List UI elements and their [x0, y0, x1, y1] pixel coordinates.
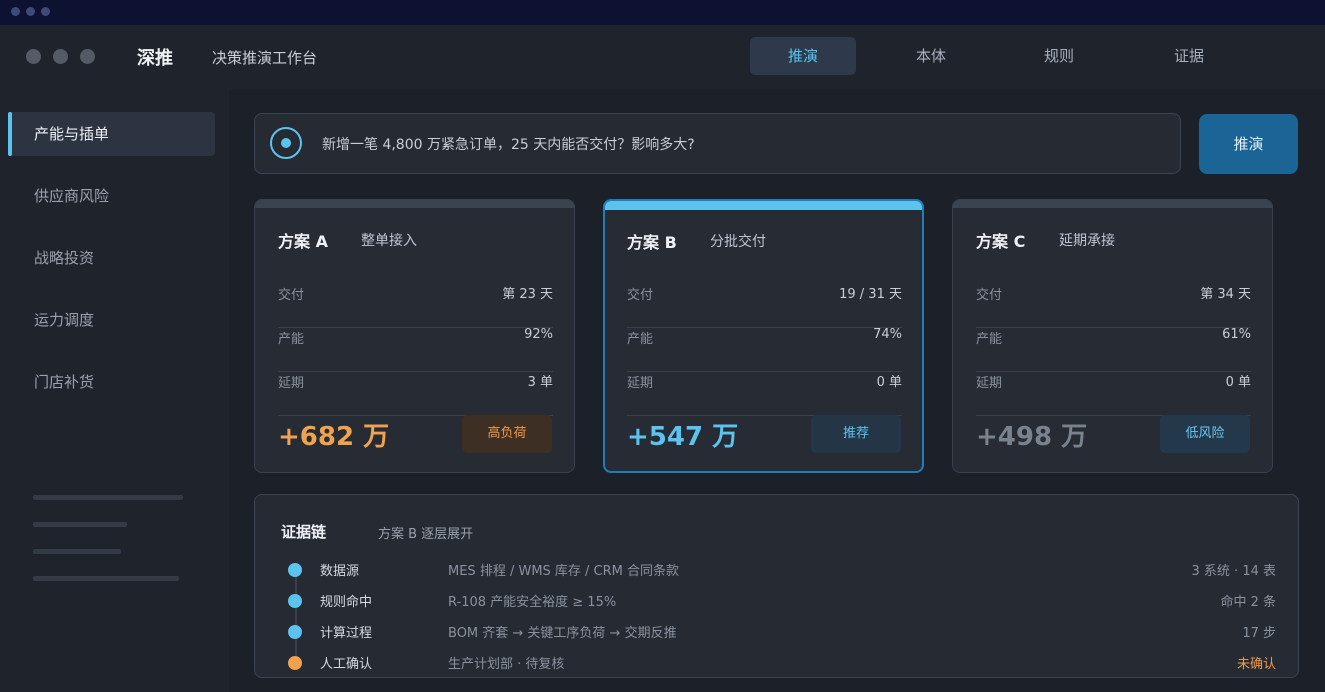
app-header: 深推 决策推演工作台 推演 本体 规则 证据 — [0, 25, 1325, 89]
card-accent-bar — [953, 200, 1272, 208]
evidence-step[interactable]: 计算过程 BOM 齐套 → 关键工序负荷 → 交期反推 17 步 — [255, 620, 1298, 644]
metric-label: 延期 — [976, 376, 1003, 391]
tab-simulate[interactable]: 推演 — [750, 37, 856, 75]
sidebar: 产能与插单 供应商风险 战略投资 运力调度 门店补货 — [0, 89, 229, 692]
metric-value: 3 单 — [527, 375, 553, 390]
step-stat: 未确认 — [1236, 657, 1276, 672]
metric-label: 延期 — [627, 376, 654, 391]
target-icon — [270, 127, 302, 159]
metric-label: 延期 — [278, 376, 305, 391]
run-simulation-button[interactable]: 推演 — [1199, 114, 1298, 174]
metric-row: 延期 3 单 — [278, 372, 553, 416]
metric-row: 延期 0 单 — [627, 372, 902, 416]
app-brand: 深推 — [137, 48, 173, 69]
step-desc: BOM 齐套 → 关键工序负荷 → 交期反推 — [448, 626, 677, 641]
scenario-name: 方案 C — [976, 232, 1026, 251]
os-dot — [26, 7, 35, 16]
skeleton-line — [33, 549, 121, 554]
metric-row: 交付 第 23 天 — [278, 284, 553, 328]
impact-value: +682 万 — [278, 422, 390, 452]
metric-value: 19 / 31 天 — [839, 287, 902, 302]
step-dot-icon — [288, 656, 302, 670]
scenario-card-a[interactable]: 方案 A 整单接入 交付 第 23 天 产能 92% 延期 3 单 +682 万… — [254, 199, 575, 473]
metric-value: 0 单 — [876, 375, 902, 390]
scenario-desc: 整单接入 — [361, 233, 417, 249]
evidence-title: 证据链 — [281, 523, 327, 541]
metric-value: 61% — [1222, 327, 1251, 342]
metric-label: 产能 — [278, 332, 305, 347]
scenario-desc: 分批交付 — [710, 234, 766, 250]
skeleton-line — [33, 576, 179, 581]
metric-label: 交付 — [278, 288, 305, 303]
app-subtitle: 决策推演工作台 — [212, 49, 318, 67]
scenario-card-b[interactable]: 方案 B 分批交付 交付 19 / 31 天 产能 74% 延期 0 单 +54… — [603, 199, 924, 473]
status-badge: 低风险 — [1160, 415, 1250, 453]
step-dot-icon — [288, 625, 302, 639]
step-stat: 命中 2 条 — [1220, 595, 1276, 610]
metric-value: 第 34 天 — [1200, 287, 1251, 302]
metric-row: 交付 第 34 天 — [976, 284, 1251, 328]
status-badge: 高负荷 — [462, 415, 552, 453]
step-desc: MES 排程 / WMS 库存 / CRM 合同条款 — [448, 564, 680, 579]
scenario-name: 方案 A — [278, 232, 328, 251]
timeline-line — [295, 575, 297, 660]
os-dot — [11, 7, 20, 16]
evidence-step[interactable]: 人工确认 生产计划部 · 待复核 未确认 — [255, 651, 1298, 675]
sidebar-item-store-replenishment[interactable]: 门店补货 — [8, 360, 215, 404]
evidence-step[interactable]: 数据源 MES 排程 / WMS 库存 / CRM 合同条款 3 系统 · 14… — [255, 558, 1298, 582]
metric-label: 交付 — [627, 288, 654, 303]
metric-value: 0 单 — [1225, 375, 1251, 390]
metric-value: 92% — [524, 327, 553, 342]
sidebar-item-supplier-risk[interactable]: 供应商风险 — [8, 174, 215, 218]
tab-evidence[interactable]: 证据 — [1136, 37, 1242, 75]
step-name: 规则命中 — [320, 595, 373, 610]
step-stat: 17 步 — [1242, 626, 1276, 641]
step-dot-icon — [288, 563, 302, 577]
skeleton-line — [33, 522, 127, 527]
card-accent-bar — [605, 201, 922, 210]
os-title-strip — [0, 0, 1325, 25]
metric-value: 第 23 天 — [502, 287, 553, 302]
metric-row: 产能 61% — [976, 327, 1251, 372]
metric-row: 产能 92% — [278, 327, 553, 372]
step-desc: R-108 产能安全裕度 ≥ 15% — [448, 595, 617, 610]
evidence-step[interactable]: 规则命中 R-108 产能安全裕度 ≥ 15% 命中 2 条 — [255, 589, 1298, 613]
tab-rules[interactable]: 规则 — [1006, 37, 1112, 75]
os-dot — [41, 7, 50, 16]
query-input[interactable]: 新增一笔 4,800 万紧急订单，25 天内能否交付？影响多大? — [254, 113, 1181, 174]
metric-value: 74% — [873, 327, 902, 342]
sidebar-item-strategic-investment[interactable]: 战略投资 — [8, 236, 215, 280]
window-maximize-button[interactable] — [80, 49, 95, 64]
step-name: 计算过程 — [320, 626, 373, 641]
scenario-desc: 延期承接 — [1059, 233, 1115, 249]
query-text: 新增一笔 4,800 万紧急订单，25 天内能否交付？影响多大? — [322, 137, 695, 153]
step-desc: 生产计划部 · 待复核 — [448, 657, 565, 672]
scenario-name: 方案 B — [627, 233, 677, 252]
scenario-card-c[interactable]: 方案 C 延期承接 交付 第 34 天 产能 61% 延期 0 单 +498 万… — [952, 199, 1273, 473]
step-dot-icon — [288, 594, 302, 608]
tab-ontology[interactable]: 本体 — [878, 37, 984, 75]
evidence-subtitle: 方案 B 逐层展开 — [378, 527, 474, 542]
metric-label: 产能 — [976, 332, 1003, 347]
metric-label: 产能 — [627, 332, 654, 347]
window-close-button[interactable] — [26, 49, 41, 64]
step-stat: 3 系统 · 14 表 — [1191, 564, 1276, 579]
sidebar-item-capacity[interactable]: 产能与插单 — [8, 112, 215, 156]
window-minimize-button[interactable] — [53, 49, 68, 64]
metric-row: 延期 0 单 — [976, 372, 1251, 416]
metric-label: 交付 — [976, 288, 1003, 303]
metric-row: 产能 74% — [627, 327, 902, 372]
recommended-badge: 推荐 — [811, 415, 901, 453]
skeleton-line — [33, 495, 183, 500]
impact-value: +498 万 — [976, 422, 1088, 452]
impact-value: +547 万 — [627, 422, 739, 452]
sidebar-item-transport-dispatch[interactable]: 运力调度 — [8, 298, 215, 342]
card-accent-bar — [255, 200, 574, 208]
metric-row: 交付 19 / 31 天 — [627, 284, 902, 328]
step-name: 人工确认 — [320, 657, 373, 672]
evidence-chain-panel: 证据链 方案 B 逐层展开 数据源 MES 排程 / WMS 库存 / CRM … — [254, 494, 1299, 678]
step-name: 数据源 — [320, 564, 360, 579]
